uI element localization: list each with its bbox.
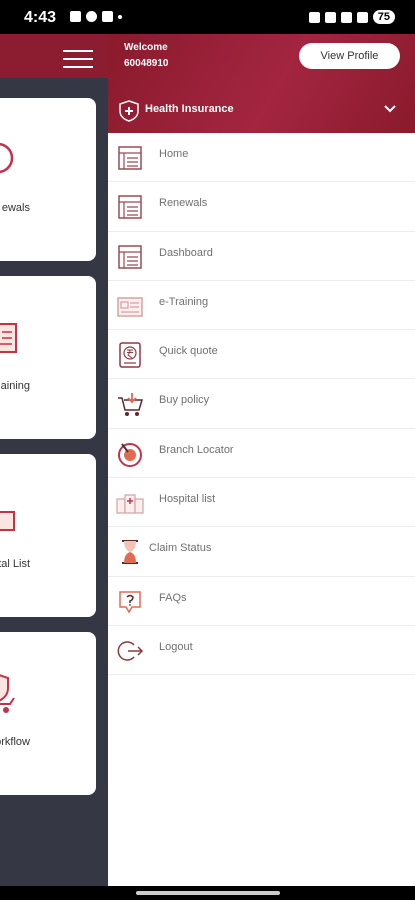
training-card-icon xyxy=(0,323,17,353)
card-renewals[interactable]: ewals xyxy=(0,98,96,261)
card-renewals-label: ewals xyxy=(1,202,30,214)
card-workflow-label: orkflow xyxy=(0,736,30,748)
welcome-text: Welcome xyxy=(124,42,168,53)
background-app-overlay[interactable]: ewals aining tal List orkflow xyxy=(0,34,108,886)
menu-item-e-training[interactable]: e-Training xyxy=(108,281,415,331)
hamburger-menu-icon[interactable] xyxy=(63,50,93,68)
menu-label-faqs: FAQs xyxy=(159,591,187,604)
menu-item-home[interactable]: Home xyxy=(108,133,415,183)
hospital-card-icon xyxy=(0,511,15,531)
card-hospital-list[interactable]: tal List xyxy=(0,454,96,617)
home-gesture-handle[interactable] xyxy=(136,891,280,895)
whatsapp-icon xyxy=(86,11,97,22)
menu-item-renewals[interactable]: Renewals xyxy=(108,182,415,232)
hourglass-icon xyxy=(122,540,138,565)
chevron-down-icon xyxy=(384,105,396,113)
card-hospital-label: tal List xyxy=(0,558,30,570)
workflow-card-icon xyxy=(0,674,15,713)
menu-label-home: Home xyxy=(159,148,189,160)
menu-item-claim-status[interactable]: Claim Status xyxy=(108,527,415,577)
card-workflow[interactable]: orkflow xyxy=(0,632,96,795)
menu-item-faqs[interactable]: FAQs xyxy=(108,577,415,626)
home-status-icon xyxy=(308,11,320,23)
view-profile-button[interactable]: View Profile xyxy=(299,43,400,69)
notification-icons xyxy=(70,11,122,22)
background-header xyxy=(0,34,108,78)
logout-icon xyxy=(117,641,144,661)
menu-label-hospital-list: Hospital list xyxy=(159,493,216,506)
cart-icon xyxy=(118,393,144,417)
drawer-menu: Home Renewals Dashboard e-Training Quick… xyxy=(108,133,415,676)
chat-icon xyxy=(102,11,113,22)
user-id: 60048910 xyxy=(124,58,169,69)
mute-icon xyxy=(324,11,336,23)
menu-item-logout[interactable]: Logout xyxy=(108,626,415,676)
navigation-drawer: Welcome 60048910 View Profile Health Ins… xyxy=(108,34,415,886)
menu-item-dashboard[interactable]: Dashboard xyxy=(108,232,415,281)
faq-icon xyxy=(119,590,141,614)
menu-label-buy-policy: Buy policy xyxy=(159,394,210,407)
menu-item-quick-quote[interactable]: Quick quote xyxy=(108,330,415,380)
menu-label-e-training: e-Training xyxy=(159,295,209,308)
status-time: 4:43 xyxy=(24,9,57,26)
battery-icon: 75 xyxy=(372,10,395,24)
health-insurance-label: Health Insurance xyxy=(145,103,234,115)
locator-icon xyxy=(118,442,142,467)
home-icon xyxy=(118,146,142,170)
drawer-header: Welcome 60048910 View Profile Health Ins… xyxy=(108,34,415,133)
menu-label-quick-quote: Quick quote xyxy=(159,345,218,358)
health-insurance-selector[interactable]: Health Insurance xyxy=(108,96,415,132)
screenshot-icon xyxy=(70,11,81,22)
menu-item-branch-locator[interactable]: Branch Locator xyxy=(108,429,415,479)
card-training[interactable]: aining xyxy=(0,276,96,439)
menu-item-buy-policy[interactable]: Buy policy xyxy=(108,379,415,429)
menu-label-claim-status: Claim Status xyxy=(149,542,212,555)
card-training-label: aining xyxy=(0,380,30,392)
signal-icon xyxy=(340,11,352,23)
system-icons: 75 xyxy=(308,10,395,24)
training-icon xyxy=(117,297,143,317)
status-bar: 4:43 75 xyxy=(0,0,415,34)
menu-label-dashboard: Dashboard xyxy=(159,246,213,259)
dashboard-icon xyxy=(118,244,142,269)
hospital-icon xyxy=(116,494,144,514)
renewals-icon xyxy=(118,195,142,220)
menu-item-hospital-list[interactable]: Hospital list xyxy=(108,478,415,528)
more-dot-icon xyxy=(118,14,122,19)
system-nav-bar xyxy=(0,886,415,900)
renewals-card-icon xyxy=(0,142,14,174)
menu-label-logout: Logout xyxy=(159,640,193,653)
signal-2-icon xyxy=(356,11,368,23)
menu-label-renewals: Renewals xyxy=(159,197,208,210)
menu-label-branch-locator: Branch Locator xyxy=(159,443,234,456)
rupee-icon xyxy=(119,342,141,368)
shield-icon xyxy=(119,100,139,122)
